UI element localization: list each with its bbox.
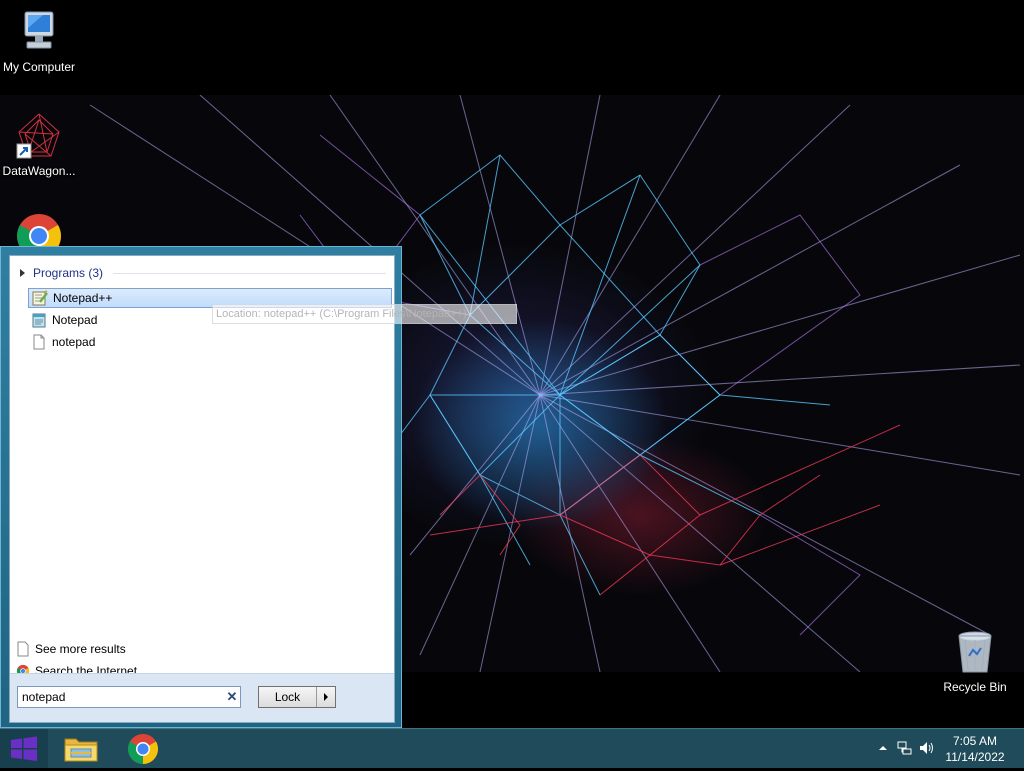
desktop-icon-label: Recycle Bin	[943, 680, 1007, 694]
search-results-pane: Programs (3) Notepad++ Notepad notepad S…	[9, 255, 395, 723]
search-bar-area: ✕ Lock	[10, 673, 394, 722]
result-label: Notepad	[52, 313, 98, 327]
taskbar: 7:05 AM 11/14/2022	[0, 728, 1024, 768]
desktop-icon-my-computer[interactable]: My Computer	[0, 8, 78, 74]
datawagon-icon	[15, 112, 63, 160]
clock-date: 11/14/2022	[945, 750, 1005, 764]
windows-logo-icon	[11, 736, 37, 761]
clock[interactable]: 7:05 AM 11/14/2022	[940, 733, 1010, 765]
chrome-icon	[15, 212, 63, 246]
programs-group-header[interactable]: Programs (3)	[18, 264, 386, 282]
clear-search-icon[interactable]: ✕	[224, 688, 240, 706]
show-hidden-icons-arrow[interactable]	[878, 743, 888, 753]
result-notepad-file[interactable]: notepad	[28, 332, 392, 352]
lock-button[interactable]: Lock	[258, 686, 336, 708]
recycle-bin-icon	[951, 628, 999, 676]
network-icon[interactable]	[896, 740, 912, 756]
start-button[interactable]	[0, 729, 48, 768]
group-divider	[113, 272, 386, 274]
desktop-icon-label: My Computer	[2, 60, 76, 74]
see-more-label: See more results	[35, 642, 126, 656]
taskbar-file-explorer[interactable]	[54, 730, 108, 767]
start-search-input[interactable]	[17, 686, 241, 708]
volume-icon[interactable]	[918, 740, 936, 756]
result-label: notepad	[52, 335, 96, 349]
desktop-icon-datawagon[interactable]: DataWagon...	[0, 112, 78, 178]
clock-time: 7:05 AM	[952, 734, 998, 748]
desktop: My Computer DataWagon... Recycle Bin Pro…	[0, 0, 1024, 728]
computer-icon	[15, 8, 63, 56]
location-tooltip: Location: notepad++ (C:\Program Files\No…	[212, 304, 517, 324]
desktop-icon-chrome[interactable]	[0, 212, 78, 246]
document-icon	[16, 641, 30, 657]
desktop-icon-recycle-bin[interactable]: Recycle Bin	[936, 628, 1014, 694]
taskbar-google-chrome[interactable]	[116, 730, 170, 767]
result-label: Notepad++	[53, 291, 113, 305]
power-options-arrow-icon[interactable]	[317, 687, 335, 707]
notepad-plus-plus-icon	[32, 290, 48, 306]
lock-label: Lock	[259, 687, 317, 707]
system-tray: 7:05 AM 11/14/2022	[864, 729, 1024, 768]
text-file-icon	[31, 334, 47, 350]
expand-arrow-icon	[20, 269, 25, 277]
programs-group-label: Programs (3)	[33, 266, 104, 280]
chrome-icon	[127, 734, 159, 764]
see-more-results-link[interactable]: See more results	[16, 640, 126, 658]
desktop-icon-label: DataWagon...	[2, 164, 76, 178]
folder-icon	[64, 738, 98, 762]
notepad-icon	[31, 312, 47, 328]
